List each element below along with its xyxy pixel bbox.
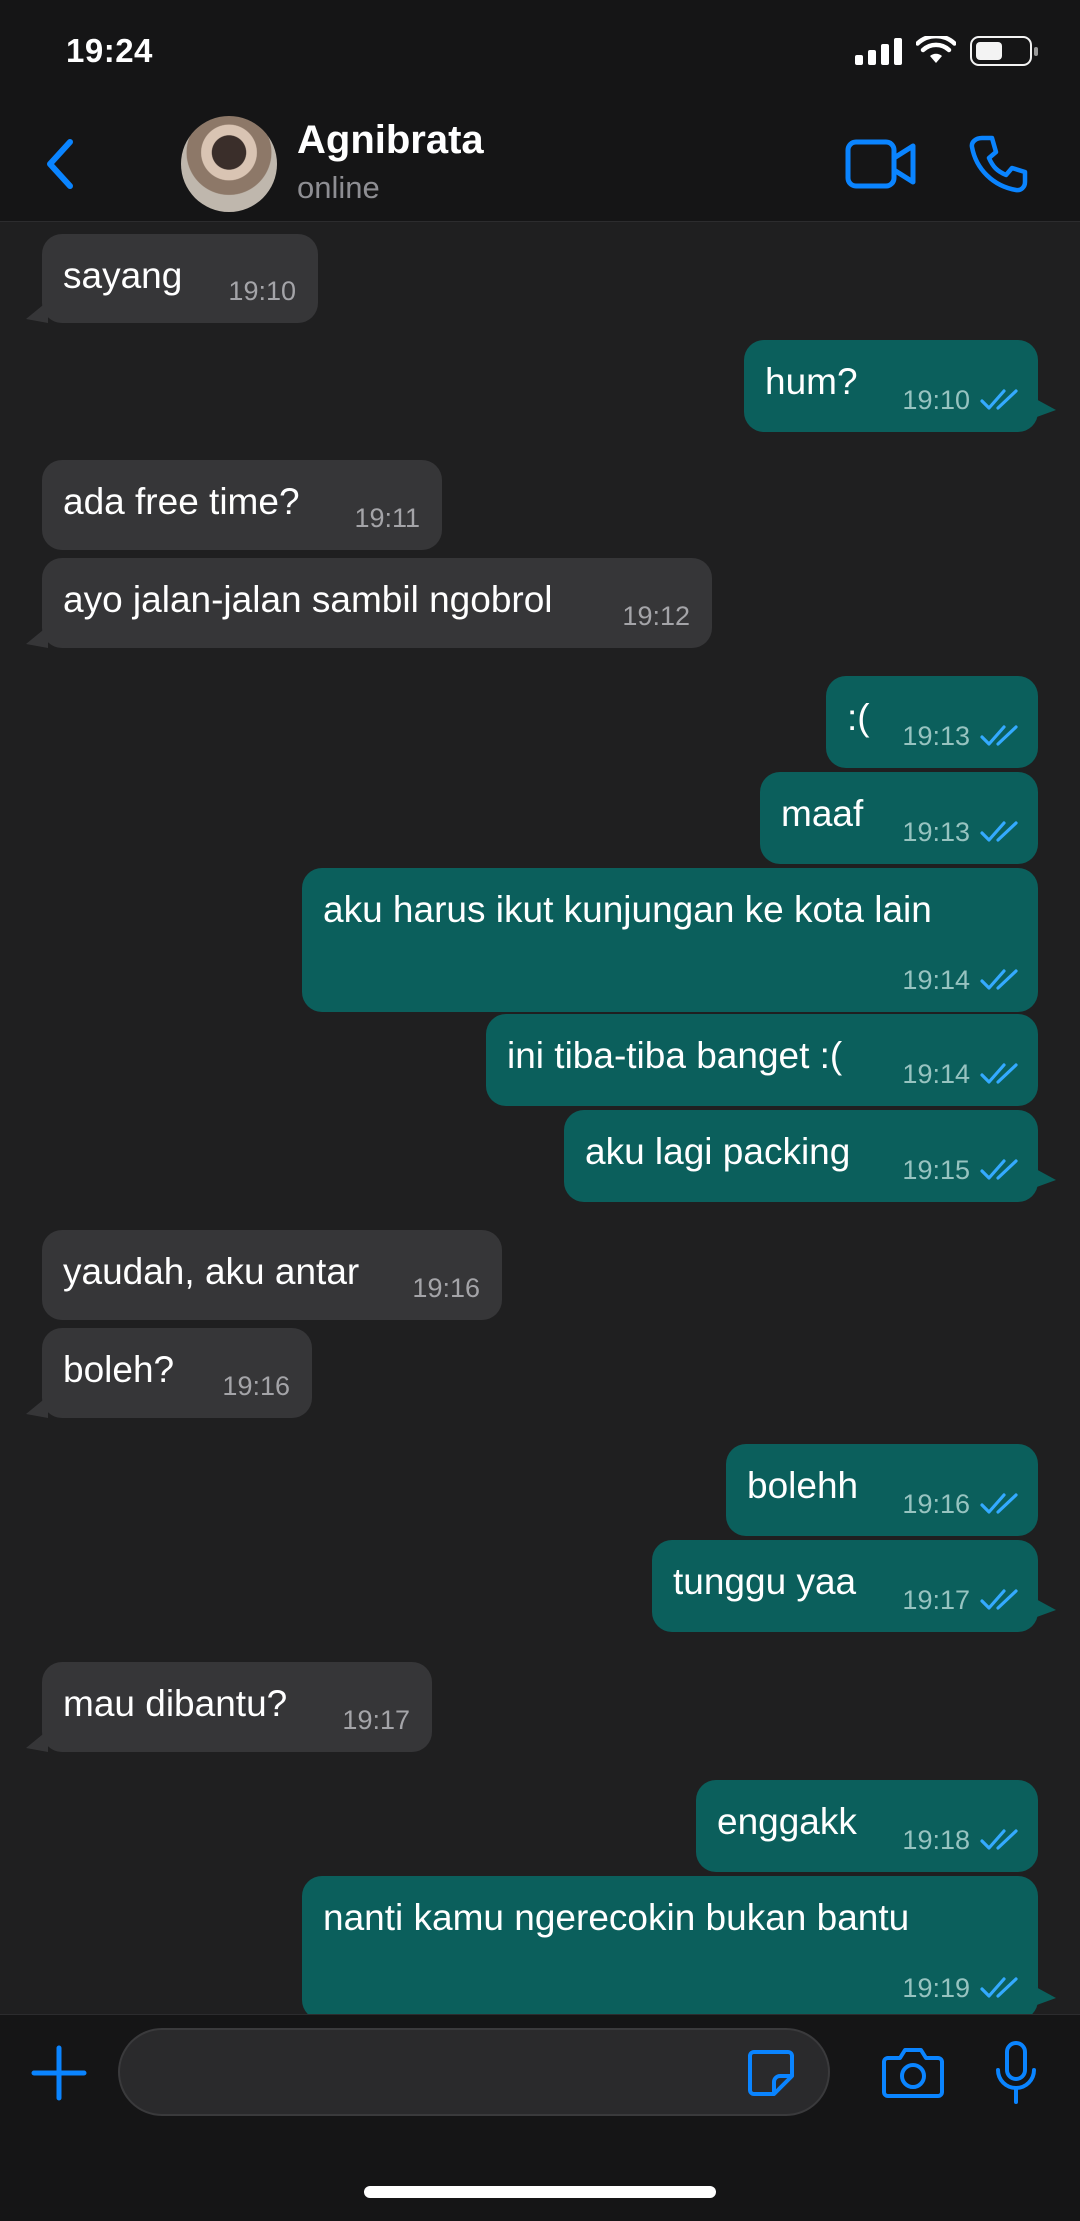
bubble-tail	[1034, 1168, 1056, 1188]
message-meta: 19:18	[902, 1818, 1024, 1862]
avatar[interactable]	[181, 116, 277, 212]
microphone-icon[interactable]	[994, 2040, 1038, 2106]
chevron-left-icon[interactable]	[38, 136, 82, 192]
message-time: 19:14	[902, 1059, 970, 1089]
outgoing-message-bubble[interactable]: ini tiba-tiba banget :(19:14	[486, 1014, 1038, 1106]
message-meta: 19:14	[902, 958, 1024, 1002]
message-meta: 19:13	[902, 810, 1024, 854]
outgoing-message-bubble[interactable]: hum? 19:10	[744, 340, 1056, 432]
message-meta: 19:10	[902, 378, 1024, 422]
phone-icon[interactable]	[968, 134, 1028, 194]
bubble-tail	[26, 1730, 48, 1752]
home-indicator[interactable]	[364, 2186, 716, 2198]
message-meta: 19:16	[412, 1266, 480, 1310]
video-call-icon[interactable]	[845, 136, 917, 192]
message-input[interactable]	[118, 2028, 830, 2116]
read-receipt-icon	[980, 389, 1018, 410]
incoming-message-bubble[interactable]: boleh? 19:16	[26, 1328, 312, 1418]
read-receipt-icon	[980, 1977, 1018, 1998]
message-time: 19:15	[902, 1155, 970, 1185]
outgoing-message-bubble[interactable]: aku lagi packing 19:15	[564, 1110, 1056, 1202]
message-meta: 19:16	[222, 1364, 290, 1408]
outgoing-message-bubble[interactable]: nanti kamu ngerecokin bukan bantu 19:19	[302, 1876, 1056, 2014]
bubble-tail	[1034, 398, 1056, 418]
message-time: 19:18	[902, 1825, 970, 1855]
camera-icon[interactable]	[882, 2044, 944, 2100]
outgoing-message-bubble[interactable]: tunggu yaa 19:17	[652, 1540, 1056, 1632]
message-meta: 19:10	[228, 269, 296, 313]
signal-icon	[855, 37, 902, 65]
outgoing-message-bubble[interactable]: bolehh 19:16	[726, 1444, 1038, 1536]
message-time: 19:16	[902, 1489, 970, 1519]
message-meta: 19:14	[902, 1052, 1024, 1096]
read-receipt-icon	[980, 1063, 1018, 1084]
message-time: 19:14	[902, 965, 970, 995]
incoming-message-bubble[interactable]: ada free time? 19:11	[42, 460, 442, 550]
sticker-icon[interactable]	[746, 2048, 796, 2098]
bubble-tail	[26, 1396, 48, 1418]
outgoing-message-bubble[interactable]: :(19:13	[826, 676, 1038, 768]
message-list[interactable]: sayang 19:10 hum? 19:10 ada free time? 19:11 a…	[0, 222, 1080, 2014]
message-time: 19:12	[622, 601, 690, 631]
message-text: nanti kamu ngerecokin bukan bantu	[323, 1897, 910, 1938]
incoming-message-bubble[interactable]: sayang 19:10	[26, 234, 318, 323]
bubble-tail	[26, 626, 48, 648]
message-time: 19:17	[342, 1705, 410, 1735]
status-icons	[855, 36, 1038, 66]
outgoing-message-bubble[interactable]: maaf 19:13	[760, 772, 1038, 864]
battery-icon	[970, 36, 1038, 66]
message-meta: 19:19	[902, 1966, 1024, 2010]
message-time: 19:10	[228, 276, 296, 306]
message-meta: 19:16	[902, 1482, 1024, 1526]
incoming-message-bubble[interactable]: ayo jalan-jalan sambil ngobrol 19:12	[26, 558, 712, 648]
message-time: 19:13	[902, 817, 970, 847]
outgoing-message-bubble[interactable]: enggakk 19:18	[696, 1780, 1038, 1872]
contact-name[interactable]: Agnibrata	[297, 118, 484, 163]
wifi-icon	[916, 36, 956, 63]
message-time: 19:10	[902, 385, 970, 415]
chat-header	[0, 0, 1080, 222]
read-receipt-icon	[980, 1159, 1018, 1180]
message-meta: 19:17	[902, 1578, 1024, 1622]
message-time: 19:16	[222, 1371, 290, 1401]
message-text: aku harus ikut kunjungan ke kota lain	[323, 889, 932, 930]
message-text: ayo jalan-jalan sambil ngobrol	[63, 579, 553, 620]
message-meta: 19:12	[622, 594, 690, 638]
message-meta: 19:17	[342, 1698, 410, 1742]
message-meta: 19:13	[902, 714, 1024, 758]
message-time: 19:11	[354, 503, 420, 533]
outgoing-message-bubble[interactable]: aku harus ikut kunjungan ke kota lain 19:…	[302, 868, 1038, 1012]
message-meta: 19:15	[902, 1148, 1024, 1192]
message-time: 19:17	[902, 1585, 970, 1615]
read-receipt-icon	[980, 1493, 1018, 1514]
read-receipt-icon	[980, 1829, 1018, 1850]
bubble-tail	[1034, 1986, 1056, 2006]
contact-status: online	[297, 170, 380, 205]
read-receipt-icon	[980, 821, 1018, 842]
bubble-tail	[1034, 1598, 1056, 1618]
message-meta: 19:11	[354, 496, 420, 540]
read-receipt-icon	[980, 725, 1018, 746]
read-receipt-icon	[980, 1589, 1018, 1610]
incoming-message-bubble[interactable]: yaudah, aku antar 19:16	[42, 1230, 502, 1320]
incoming-message-bubble[interactable]: mau dibantu? 19:17	[26, 1662, 432, 1752]
read-receipt-icon	[980, 969, 1018, 990]
message-time: 19:19	[902, 1973, 970, 2003]
message-time: 19:13	[902, 721, 970, 751]
plus-icon[interactable]	[30, 2044, 88, 2102]
status-time: 19:24	[66, 32, 153, 69]
message-time: 19:16	[412, 1273, 480, 1303]
bubble-tail	[26, 301, 48, 323]
